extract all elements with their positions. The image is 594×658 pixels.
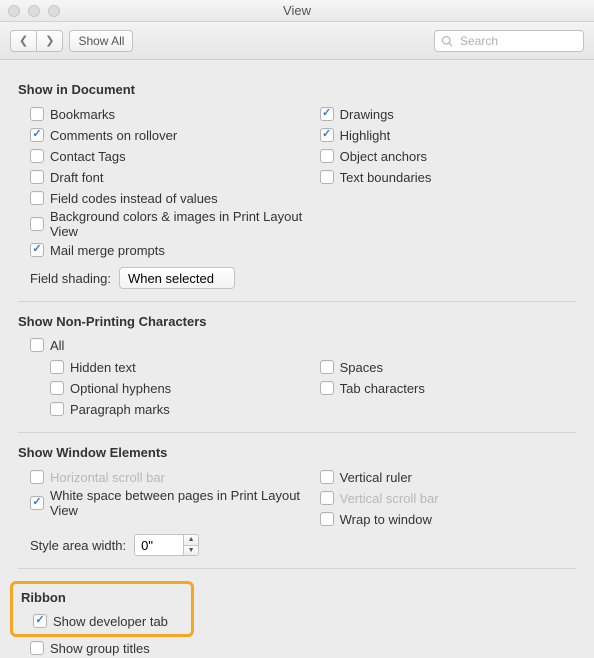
checkbox-label: Text boundaries xyxy=(340,170,432,185)
section-title-show-in-document: Show in Document xyxy=(18,82,576,97)
checkbox[interactable] xyxy=(30,191,44,205)
checkbox[interactable] xyxy=(50,402,64,416)
checkbox-label: Hidden text xyxy=(70,360,136,375)
nav-segment: ❮ ❯ xyxy=(10,30,63,52)
checkbox[interactable] xyxy=(30,470,44,484)
checkbox[interactable] xyxy=(320,128,334,142)
step-down-icon[interactable]: ▼ xyxy=(184,545,198,556)
style-area-input[interactable] xyxy=(134,534,184,556)
checkbox[interactable] xyxy=(30,243,44,257)
checkbox[interactable] xyxy=(30,107,44,121)
checkbox-label: Field codes instead of values xyxy=(50,191,218,206)
checkbox[interactable] xyxy=(320,107,334,121)
checkbox[interactable] xyxy=(320,170,334,184)
checkbox-label: Draft font xyxy=(50,170,103,185)
highlight-annotation: Ribbon Show developer tab xyxy=(10,581,194,637)
checkbox-show-developer-tab[interactable] xyxy=(33,614,47,628)
search-icon xyxy=(441,35,453,47)
checkbox-label: Show group titles xyxy=(50,641,150,656)
section-title-non-printing: Show Non-Printing Characters xyxy=(18,314,576,329)
checkbox-all[interactable] xyxy=(30,338,44,352)
checkbox-label: Highlight xyxy=(340,128,391,143)
checkbox[interactable] xyxy=(320,470,334,484)
window-title: View xyxy=(0,3,594,18)
forward-button[interactable]: ❯ xyxy=(37,30,63,52)
checkbox[interactable] xyxy=(320,381,334,395)
field-shading-label: Field shading: xyxy=(30,271,111,286)
checkbox[interactable] xyxy=(30,217,44,231)
checkbox[interactable] xyxy=(320,512,334,526)
show-all-button[interactable]: Show All xyxy=(69,30,133,52)
checkbox[interactable] xyxy=(320,149,334,163)
back-button[interactable]: ❮ xyxy=(10,30,37,52)
toolbar: ❮ ❯ Show All xyxy=(0,22,594,60)
checkbox-label: Drawings xyxy=(340,107,394,122)
checkbox-label: Object anchors xyxy=(340,149,427,164)
checkbox-label: White space between pages in Print Layou… xyxy=(50,488,320,518)
search-input[interactable] xyxy=(458,33,594,49)
section-title-ribbon: Ribbon xyxy=(21,590,183,605)
style-area-label: Style area width: xyxy=(30,538,126,553)
checkbox-label: Mail merge prompts xyxy=(50,243,165,258)
checkbox-label: Wrap to window xyxy=(340,512,432,527)
checkbox-label: Horizontal scroll bar xyxy=(50,470,165,485)
checkbox-label: All xyxy=(50,338,64,353)
titlebar: View xyxy=(0,0,594,22)
chevron-right-icon: ❯ xyxy=(45,34,54,47)
checkbox-label: Paragraph marks xyxy=(70,402,170,417)
checkbox[interactable] xyxy=(320,491,334,505)
checkbox-label: Spaces xyxy=(340,360,383,375)
checkbox-label: Comments on rollover xyxy=(50,128,177,143)
checkbox-label: Bookmarks xyxy=(50,107,115,122)
checkbox[interactable] xyxy=(50,360,64,374)
field-shading-select[interactable]: When selected xyxy=(119,267,235,289)
checkbox[interactable] xyxy=(320,360,334,374)
checkbox[interactable] xyxy=(30,128,44,142)
checkbox-label: Tab characters xyxy=(340,381,425,396)
checkbox-label: Contact Tags xyxy=(50,149,126,164)
step-up-icon[interactable]: ▲ xyxy=(184,535,198,545)
style-area-stepper[interactable]: ▲ ▼ xyxy=(184,534,199,556)
chevron-left-icon: ❮ xyxy=(19,34,28,47)
checkbox-label: Vertical scroll bar xyxy=(340,491,439,506)
checkbox-label: Vertical ruler xyxy=(340,470,412,485)
checkbox-label: Optional hyphens xyxy=(70,381,171,396)
checkbox[interactable] xyxy=(30,170,44,184)
section-title-window-elements: Show Window Elements xyxy=(18,445,576,460)
checkbox-label: Background colors & images in Print Layo… xyxy=(50,209,320,239)
checkbox-label: Show developer tab xyxy=(53,614,168,629)
search-field[interactable] xyxy=(434,30,584,52)
checkbox[interactable] xyxy=(30,496,44,510)
checkbox-show-group-titles[interactable] xyxy=(30,641,44,655)
checkbox[interactable] xyxy=(50,381,64,395)
checkbox[interactable] xyxy=(30,149,44,163)
